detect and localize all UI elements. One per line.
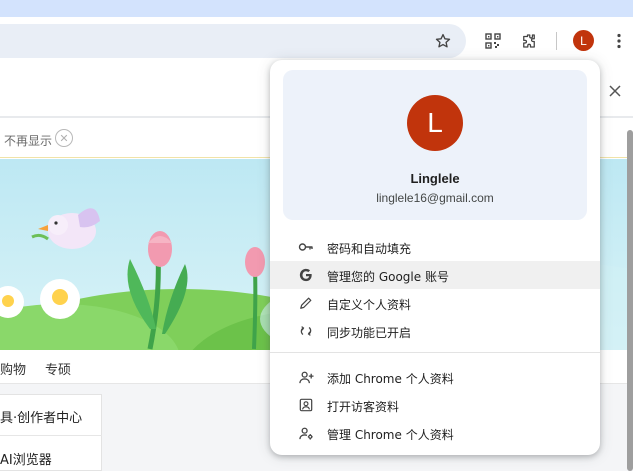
profile-name: Linglele <box>410 171 460 186</box>
profile-card: L Linglele linglele16@gmail.com <box>283 70 587 220</box>
extensions-icon[interactable] <box>517 29 541 53</box>
menu-item-passwords[interactable]: 密码和自动填充 <box>270 233 600 261</box>
star-icon[interactable] <box>431 29 455 53</box>
profile-avatar-large: L <box>407 95 463 151</box>
menu-item-label: 同步功能已开启 <box>327 326 412 340</box>
sync-icon <box>298 323 314 339</box>
menu-item-manage-profiles[interactable]: 管理 Chrome 个人资料 <box>270 419 600 447</box>
google-g-icon <box>298 267 314 283</box>
add-person-icon <box>298 369 314 385</box>
menu-item-label: 管理 Chrome 个人资料 <box>327 428 454 442</box>
key-icon <box>298 239 314 255</box>
menu-item-customize-profile[interactable]: 自定义个人资料 <box>270 289 600 317</box>
menu-item-label: 管理您的 Google 账号 <box>327 270 449 284</box>
toolbar-divider <box>556 32 557 50</box>
more-menu-icon[interactable] <box>607 29 631 53</box>
tab-strip <box>0 0 633 17</box>
card-item-ai-browser[interactable]: AI浏览器 <box>0 449 52 468</box>
menu-divider <box>270 352 600 353</box>
menu-item-label: 密码和自动填充 <box>327 242 412 256</box>
menu-item-label: 添加 Chrome 个人资料 <box>327 372 454 386</box>
manage-profiles-icon <box>298 425 314 441</box>
notice-close-icon[interactable]: ✕ <box>55 129 73 147</box>
nav-item-shopping[interactable]: 购物 <box>0 359 26 378</box>
nav-item-master[interactable]: 专硕 <box>45 359 71 378</box>
notice-text[interactable]: 不再显示 <box>4 132 52 149</box>
profile-email: linglele16@gmail.com <box>376 191 494 205</box>
card-item-creator-center[interactable]: 具·创作者中心 <box>0 407 82 426</box>
close-icon[interactable] <box>604 80 626 102</box>
menu-item-sync[interactable]: 同步功能已开启 <box>270 317 600 345</box>
menu-item-label: 打开访客资料 <box>327 400 400 414</box>
menu-item-open-guest[interactable]: 打开访客资料 <box>270 391 600 419</box>
menu-item-label: 自定义个人资料 <box>327 298 412 312</box>
menu-item-add-profile[interactable]: 添加 Chrome 个人资料 <box>270 363 600 391</box>
divider <box>0 435 102 436</box>
profile-menu-popup: L Linglele linglele16@gmail.com 密码和自动填充 … <box>270 60 600 455</box>
page-scrollbar[interactable] <box>627 130 633 471</box>
qr-code-icon[interactable] <box>481 29 505 53</box>
address-bar[interactable] <box>0 24 466 58</box>
side-card: 具·创作者中心 AI浏览器 <box>0 394 102 471</box>
guest-profile-icon <box>298 397 314 413</box>
menu-item-manage-google-account[interactable]: 管理您的 Google 账号 <box>270 261 600 289</box>
pencil-icon <box>298 295 314 311</box>
profile-avatar-button[interactable]: L <box>573 30 594 51</box>
